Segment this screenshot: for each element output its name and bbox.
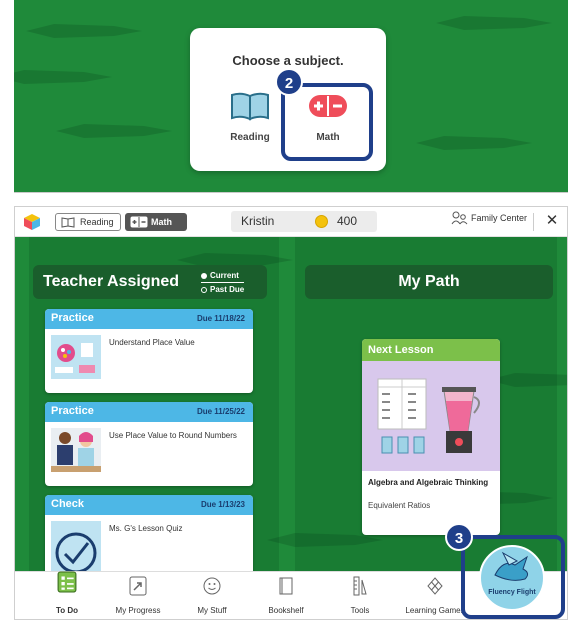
students-thumbnail <box>51 428 101 472</box>
my-path-title: My Path <box>398 273 460 290</box>
math-tab-label: Math <box>151 217 172 227</box>
choose-subject-title: Choose a subject. <box>232 53 344 68</box>
dashboard-main: Teacher Assigned Current Past Due My Pat… <box>15 237 567 571</box>
ruler-icon <box>353 576 367 596</box>
filter-past-due-option[interactable]: Past Due <box>201 283 244 296</box>
family-center-link[interactable]: Family Center <box>451 211 528 225</box>
nav-to-do[interactable]: To Do <box>32 571 102 619</box>
nav-my-stuff[interactable]: My Stuff <box>177 572 247 619</box>
step-2-badge: 2 <box>275 68 303 96</box>
assignment-filter: Current Past Due <box>201 269 245 296</box>
assignment-due-date: Due 11/18/22 <box>196 314 245 323</box>
close-icon[interactable]: ✕ <box>543 211 561 229</box>
radio-unselected-icon <box>201 286 207 293</box>
next-lesson-card[interactable]: Next Lesson Algebra and Algebraic Thinki… <box>362 339 500 535</box>
step-3-badge: 3 <box>445 523 473 551</box>
assignment-card[interactable]: Practice Due 11/25/22 Use Place Value to… <box>45 402 253 486</box>
assignment-card[interactable]: Check Due 1/13/23 Ms. G's Lesson Quiz <box>45 495 253 571</box>
next-lesson-subtitle: Equivalent Ratios <box>368 501 431 510</box>
dragon-icon <box>494 551 529 581</box>
plus-minus-icon <box>130 216 148 228</box>
crocodile-decoration <box>416 136 532 150</box>
crocodile-decoration <box>56 124 172 138</box>
nav-my-progress[interactable]: My Progress <box>103 572 173 619</box>
filter-current-option[interactable]: Current <box>201 269 244 282</box>
nav-tools[interactable]: Tools <box>325 572 395 619</box>
teacher-assigned-title: Teacher Assigned <box>43 273 180 290</box>
checkmark-thumbnail <box>51 521 101 571</box>
crocodile-decoration <box>26 24 142 38</box>
assignment-title: Use Place Value to Round Numbers <box>109 431 237 440</box>
assignment-due-date: Due 11/25/22 <box>196 407 245 416</box>
nav-bookshelf[interactable]: Bookshelf <box>251 572 321 619</box>
bookshelf-icon <box>279 577 293 595</box>
user-info: Kristin 400 <box>231 211 377 232</box>
assignment-title: Ms. G's Lesson Quiz <box>109 524 183 533</box>
next-lesson-title: Algebra and Algebraic Thinking <box>368 478 489 487</box>
progress-chart-icon <box>129 576 147 596</box>
place-value-thumbnail <box>51 335 101 379</box>
nav-bookshelf-label: Bookshelf <box>268 606 304 615</box>
assignment-due-date: Due 1/13/23 <box>200 500 245 509</box>
crocodile-decoration <box>14 70 112 84</box>
app-screen: Reading Math Kristin 400 Family Center ✕ <box>14 206 568 620</box>
reading-subject-button[interactable]: Reading <box>220 91 280 143</box>
screenshot-root: Choose a subject. Reading Math 2 Reading… <box>0 0 568 620</box>
assignment-card[interactable]: Practice Due 11/18/22 Understand Place V… <box>45 309 253 393</box>
assignment-title: Understand Place Value <box>109 338 195 347</box>
assignment-card-header: Check Due 1/13/23 <box>45 495 253 515</box>
topbar-divider <box>533 213 534 231</box>
top-bar: Reading Math Kristin 400 Family Center ✕ <box>15 207 567 237</box>
blender-ratio-illustration <box>362 361 500 471</box>
book-icon <box>231 92 269 121</box>
assignment-type: Practice <box>51 312 94 324</box>
user-name: Kristin <box>241 214 275 228</box>
my-path-header: My Path <box>305 265 553 299</box>
assignment-card-header: Practice Due 11/25/22 <box>45 402 253 422</box>
nav-to-do-label: To Do <box>55 606 79 615</box>
math-tab[interactable]: Math <box>125 213 187 231</box>
reading-tab-label: Reading <box>80 217 114 227</box>
next-lesson-label: Next Lesson <box>368 344 434 356</box>
family-icon <box>451 211 468 225</box>
assignment-type: Check <box>51 498 85 510</box>
nav-my-stuff-label: My Stuff <box>197 606 227 615</box>
subject-chooser-panel: Choose a subject. Reading Math 2 <box>14 0 568 193</box>
coin-icon <box>315 215 328 228</box>
radio-selected-icon <box>201 272 207 279</box>
nav-my-progress-label: My Progress <box>115 606 161 615</box>
fluency-flight-button[interactable]: Fluency Flight <box>479 545 545 611</box>
app-logo-icon <box>24 214 40 230</box>
nav-tools-label: Tools <box>350 606 370 615</box>
puzzle-icon <box>427 577 443 595</box>
fluency-flight-label: Fluency Flight <box>488 589 536 596</box>
assignment-type: Practice <box>51 405 94 417</box>
teacher-assigned-header: Teacher Assigned Current Past Due <box>33 265 267 299</box>
filter-past-due-label: Past Due <box>210 285 245 294</box>
reading-tab[interactable]: Reading <box>55 213 121 231</box>
smiley-icon <box>203 577 221 595</box>
filter-current-label: Current <box>210 271 239 280</box>
checklist-icon <box>57 571 77 593</box>
family-center-label: Family Center <box>471 213 528 223</box>
reading-label: Reading <box>230 132 270 143</box>
coin-count: 400 <box>337 214 358 228</box>
assignment-card-header: Practice Due 11/18/22 <box>45 309 253 329</box>
book-icon <box>61 217 75 228</box>
next-lesson-header: Next Lesson <box>362 339 500 361</box>
crocodile-decoration <box>436 16 552 30</box>
